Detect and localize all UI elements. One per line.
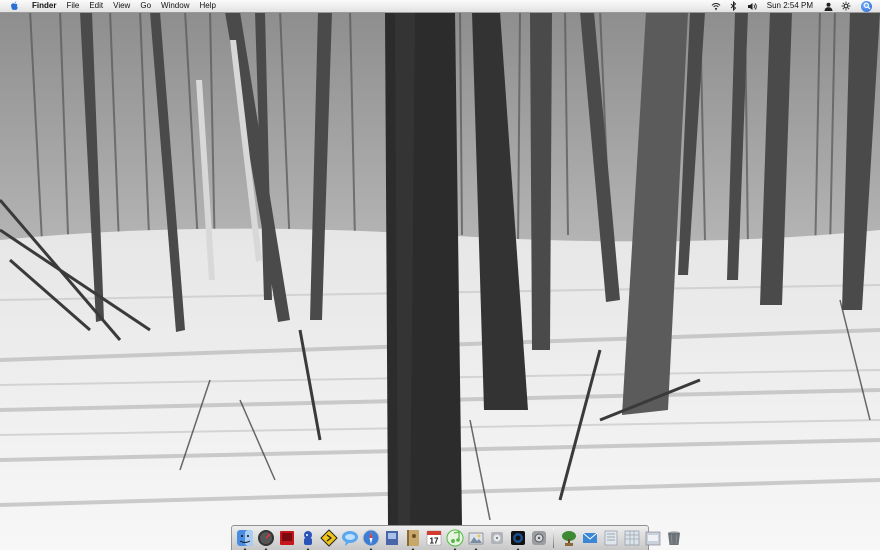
menu-file[interactable]: File bbox=[61, 0, 84, 12]
spreadsheet-document-icon[interactable] bbox=[623, 529, 641, 547]
console-icon[interactable] bbox=[319, 529, 338, 547]
automator-icon[interactable] bbox=[299, 529, 317, 550]
finder-icon[interactable] bbox=[236, 529, 254, 550]
desktop: Finder File Edit View Go Window Help Sun… bbox=[0, 0, 880, 550]
bluetooth-icon[interactable] bbox=[729, 1, 739, 11]
itunes-icon[interactable] bbox=[446, 529, 464, 550]
user-icon[interactable] bbox=[823, 1, 833, 11]
text-document-icon[interactable] bbox=[602, 529, 620, 547]
menu-go[interactable]: Go bbox=[135, 0, 156, 12]
spotlight-icon[interactable] bbox=[861, 0, 872, 12]
menu-view[interactable]: View bbox=[108, 0, 135, 12]
volume-icon[interactable] bbox=[747, 1, 757, 11]
ical-icon[interactable]: 17 bbox=[425, 529, 443, 547]
bonsai-app-icon[interactable] bbox=[560, 529, 578, 547]
sync-icon[interactable] bbox=[841, 1, 851, 11]
quicktime-icon[interactable] bbox=[509, 529, 527, 550]
ichat-icon[interactable] bbox=[341, 529, 359, 547]
menu-help[interactable]: Help bbox=[194, 0, 220, 12]
apple-menu-icon[interactable] bbox=[10, 1, 19, 11]
mail-icon[interactable] bbox=[581, 529, 599, 547]
menu-window[interactable]: Window bbox=[156, 0, 194, 12]
dashboard-icon[interactable] bbox=[257, 529, 275, 550]
desktop-wallpaper bbox=[0, 0, 880, 550]
menu-bar: Finder File Edit View Go Window Help Sun… bbox=[0, 0, 880, 13]
menu-edit[interactable]: Edit bbox=[84, 0, 108, 12]
trash-icon[interactable] bbox=[665, 529, 683, 547]
iphoto-icon[interactable] bbox=[467, 529, 485, 550]
safari-icon[interactable] bbox=[362, 529, 380, 550]
menu-clock[interactable]: Sun 2:54 PM bbox=[761, 0, 819, 12]
system-preferences-icon[interactable] bbox=[530, 529, 548, 547]
dock-separator bbox=[553, 528, 554, 548]
menu-extras: Sun 2:54 PM bbox=[707, 0, 880, 12]
photo-booth-icon[interactable] bbox=[278, 529, 296, 547]
folder-stack-icon[interactable] bbox=[644, 529, 662, 547]
preview-icon[interactable] bbox=[383, 529, 401, 547]
airport-wifi-icon[interactable] bbox=[711, 1, 721, 11]
menu-app-finder[interactable]: Finder bbox=[27, 0, 61, 12]
disk-utility-icon[interactable] bbox=[488, 529, 506, 547]
svg-text:17: 17 bbox=[429, 537, 438, 546]
address-book-icon[interactable] bbox=[404, 529, 422, 550]
dock: 17 bbox=[231, 525, 680, 550]
